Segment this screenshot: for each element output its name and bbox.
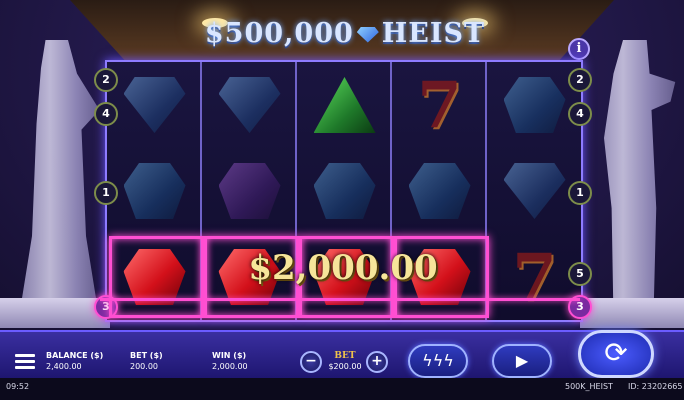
bet-increase-button[interactable]: + [366, 351, 388, 373]
refresh-icon: ⟳ [604, 336, 628, 369]
autoplay-button[interactable]: ▶ [492, 344, 552, 378]
gem-purple-icon [218, 163, 281, 219]
bet-stat: BET ($) 200.00 [130, 350, 163, 372]
win-highlight [109, 236, 204, 318]
lightning-icon: ϟϟϟ [422, 351, 454, 370]
title-amount: $500,000 [204, 18, 354, 49]
payline-badge: 2 [568, 68, 592, 92]
info-button[interactable]: i [568, 38, 590, 60]
bet-control-label: BET [334, 351, 356, 361]
game-title: $500,000 HEIST [200, 18, 490, 49]
payline-badge: 4 [94, 102, 118, 126]
payline-badge: 4 [568, 102, 592, 126]
reel-cell [202, 148, 297, 234]
session-id: ID: 23202665 [628, 382, 683, 391]
win-amount: $2,000.00 [248, 248, 438, 288]
payline-badge: 1 [568, 181, 592, 205]
gem-blue-icon [503, 163, 566, 219]
payline-badge: 1 [94, 181, 118, 205]
gem-blue-hex-icon [408, 163, 471, 219]
reel-cell [297, 148, 392, 234]
balance-value: 2,400.00 [46, 362, 82, 371]
gem-blue-hex-icon [123, 163, 186, 219]
bet-control-value: $200.00 [328, 362, 362, 371]
bet-label: BET ($) [130, 351, 163, 360]
win-value: 2,000.00 [212, 362, 248, 371]
bet-value: 200.00 [130, 362, 158, 371]
sapphire-icon [356, 26, 379, 43]
reel-cell [297, 62, 392, 148]
reel-cell: 7 [392, 62, 487, 148]
clock: 09:52 [6, 382, 30, 391]
balance-stat: BALANCE ($) 2,400.00 [46, 350, 103, 372]
gem-blue-icon [218, 77, 281, 133]
title-word: HEIST [381, 18, 486, 49]
play-icon: ▶ [515, 351, 529, 370]
game-code: 500K_HEIST [565, 382, 613, 391]
right-statue [604, 40, 676, 320]
left-pedestal [0, 298, 110, 328]
reel-cell [392, 148, 487, 234]
turbo-button[interactable]: ϟϟϟ [408, 344, 468, 378]
gem-green-icon [313, 77, 376, 133]
status-footer: 09:52 500K_HEIST ID: 23202665 [0, 378, 684, 400]
payline-badge: 5 [568, 262, 592, 286]
reel-cell [202, 62, 297, 148]
reel-cell [107, 62, 202, 148]
gem-blue-hex-icon [503, 77, 566, 133]
win-label: WIN ($) [212, 351, 247, 360]
right-pedestal [580, 298, 684, 328]
balance-label: BALANCE ($) [46, 351, 104, 360]
spin-button[interactable]: ⟳ [578, 330, 654, 378]
payline-badge: 2 [94, 68, 118, 92]
win-stat: WIN ($) 2,000.00 [212, 350, 248, 372]
seven-symbol: 7 [417, 67, 462, 143]
gem-blue-icon [123, 77, 186, 133]
game-scene: $500,000 HEIST i 77 2 4 1 3 2 4 1 5 3 $2,… [0, 0, 684, 330]
reel-cell [107, 148, 202, 234]
gem-blue-hex-icon [313, 163, 376, 219]
left-statue [18, 40, 100, 320]
menu-icon[interactable] [15, 354, 35, 369]
seven-symbol: 7 [512, 239, 557, 315]
bet-decrease-button[interactable]: − [300, 351, 322, 373]
